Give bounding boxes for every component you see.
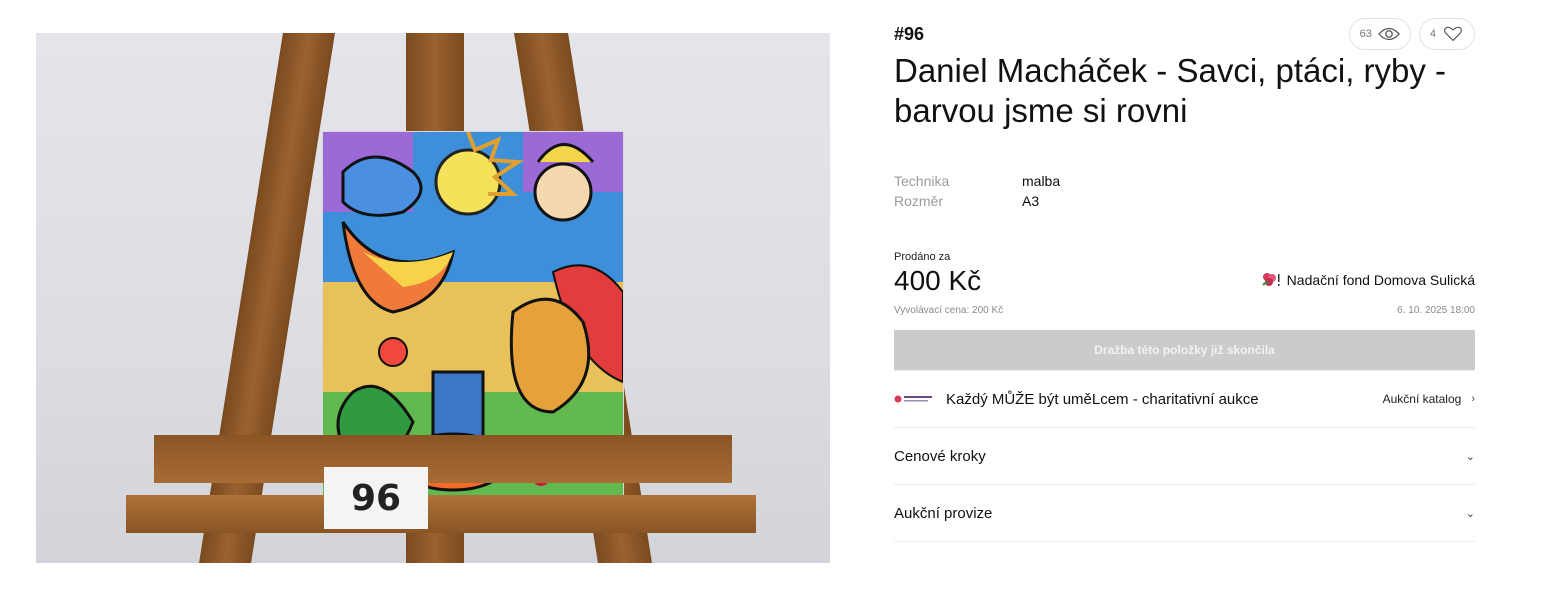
auction-info: Každý MŮŽE být uměLcem - charitativní au… xyxy=(894,391,1259,408)
foundation-name: Nadační fond Domova Sulická xyxy=(1286,272,1475,288)
stats: 63 4 xyxy=(1348,18,1475,50)
price-steps-accordion[interactable]: Cenové kroky ⌄ xyxy=(894,427,1475,484)
easel-ledge-front xyxy=(126,495,756,533)
views-count: 63 xyxy=(1359,28,1372,40)
foundation-link[interactable]: Nadační fond Domova Sulická xyxy=(1259,271,1475,289)
auction-logo-icon xyxy=(894,394,934,404)
lot-number-card: 96 xyxy=(324,467,428,529)
artwork-photo[interactable]: 96 xyxy=(36,33,830,563)
catalog-link-label: Aukční katalog xyxy=(1382,392,1462,406)
starting-price: Vyvolávací cena: 200 Kč xyxy=(894,305,1004,316)
price-block: Prodáno za 400 Kč Nadační fond Domova Su… xyxy=(894,251,1475,316)
spec-label-size: Rozměr xyxy=(894,193,944,209)
spec-value-size: A3 xyxy=(1022,193,1040,209)
auction-ended-button[interactable]: Dražba této položky již skončila xyxy=(894,330,1475,370)
price-meta: Vyvolávací cena: 200 Kč 6. 10. 2025 18:0… xyxy=(894,305,1475,316)
commission-label: Aukční provize xyxy=(894,504,993,522)
spec-value-technique: malba xyxy=(1022,173,1061,189)
flower-logo-icon xyxy=(1261,273,1280,286)
auction-catalog-row[interactable]: Každý MŮŽE být uměLcem - charitativní au… xyxy=(894,370,1475,427)
divider xyxy=(894,541,1475,542)
like-button[interactable]: 4 xyxy=(1418,18,1475,50)
likes-count: 4 xyxy=(1429,28,1436,40)
easel-ledge xyxy=(154,435,732,483)
page-title: Daniel Macháček - Savci, ptáci, ryby - b… xyxy=(894,52,1447,129)
auction-end-date: 6. 10. 2025 18:00 xyxy=(1397,305,1475,316)
views-counter: 63 xyxy=(1348,18,1411,50)
commission-accordion[interactable]: Aukční provize ⌄ xyxy=(894,484,1475,541)
chevron-right-icon: › xyxy=(1471,393,1475,405)
sold-label: Prodáno za xyxy=(894,251,951,263)
auction-logo-mark xyxy=(894,395,932,403)
auction-name: Každý MŮŽE být uměLcem - charitativní au… xyxy=(946,390,1259,408)
specs-table: Technika malba Rozměr A3 xyxy=(894,173,1475,209)
chevron-down-icon: ⌄ xyxy=(1465,450,1475,463)
price-steps-label: Cenové kroky xyxy=(894,447,986,465)
catalog-link[interactable]: Aukční katalog › xyxy=(1383,392,1475,406)
spec-label-technique: Technika xyxy=(894,173,950,189)
eye-icon xyxy=(1377,27,1400,41)
heart-icon xyxy=(1444,26,1462,42)
chevron-down-icon: ⌄ xyxy=(1465,507,1475,520)
easel-leg-left xyxy=(199,33,335,563)
detail-panel: 63 4 #96 Daniel Macháček - Savci, ptáci,… xyxy=(894,18,1475,542)
